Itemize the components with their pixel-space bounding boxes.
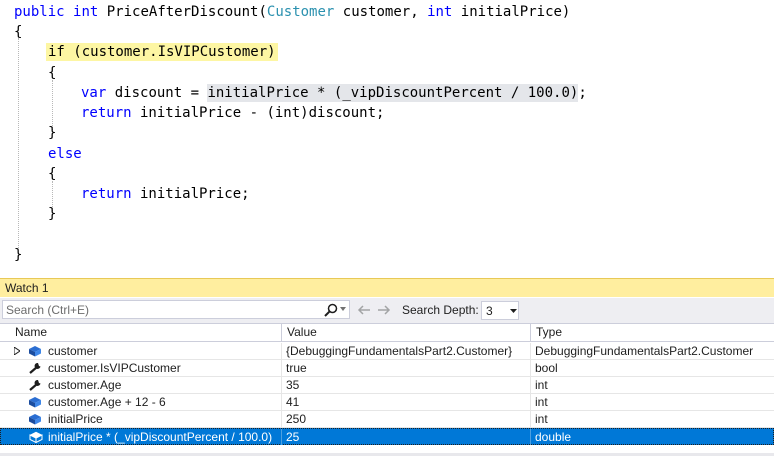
keyword: var [81,85,107,101]
code-line-return: return initialPrice; [81,184,250,204]
code-line-brace: } [48,206,57,222]
watch-row-value[interactable]: true [286,360,528,376]
watch-row-type: bool [535,361,558,375]
search-box[interactable] [2,300,350,319]
watch-row[interactable]: customer.Age 35 int [0,377,774,394]
watch-row-value[interactable]: 35 [286,377,528,393]
search-depth-select[interactable]: 3 [481,301,519,320]
code-text: discount = [106,85,208,101]
wrench-icon [29,362,41,374]
parameter-text: initialPrice) [452,4,571,20]
selected-expression: initialPrice * (_vipDiscountPercent / 10… [207,84,579,102]
cell-divider [530,411,531,427]
watch-row-value[interactable]: 250 [286,411,528,427]
keyword: int [427,4,453,20]
expand-arrow-icon[interactable] [14,347,20,355]
code-line-brace: { [48,166,57,182]
watch-row-value[interactable]: 25 [286,429,528,445]
watch-row[interactable]: initialPrice 250 int [0,411,774,428]
watch-row-value[interactable]: 41 [286,394,528,410]
cell-divider [281,377,282,393]
watch-row-type: int [535,378,548,392]
search-icon[interactable] [323,303,339,317]
cell-divider [530,429,531,445]
watch-row[interactable]: customer {DebuggingFundamentalsPart2.Cus… [0,343,774,360]
method-name: PriceAfterDiscount( [106,4,267,20]
code-line-brace: } [14,247,23,263]
cell-divider [530,360,531,376]
watch-row[interactable]: customer.Age + 12 - 6 41 int [0,394,774,411]
object-icon [29,414,41,425]
watch-row-name: initialPrice [48,412,103,426]
column-header-value[interactable]: Value [282,324,530,341]
wrench-icon [29,379,41,391]
type-name: Customer [266,4,335,20]
search-input[interactable] [6,302,306,317]
column-header-type[interactable]: Type [531,324,774,341]
code-line-if: if (customer.IsVIPCustomer) [46,42,278,62]
code-line-brace: { [48,65,57,81]
code-line-brace: } [48,125,57,141]
keyword: int [73,4,99,20]
watch-row-selected[interactable]: initialPrice * (_vipDiscountPercent / 10… [0,428,774,445]
keyword: return [81,105,132,121]
code-text: initialPrice; [131,186,250,202]
cell-divider [530,394,531,410]
watch-toolbar: Search Depth: 3 [0,298,774,323]
watch-row-type: int [535,412,548,426]
keyword: else [48,146,82,162]
watch-row-name: customer.Age [48,378,122,392]
watch-row[interactable]: customer.IsVIPCustomer true bool [0,360,774,377]
watch-row-type: DebuggingFundamentalsPart2.Customer [535,344,754,358]
cell-divider [281,394,282,410]
cell-divider [281,411,282,427]
parameter-text: customer, [334,4,428,20]
watch-row-type: double [535,430,572,444]
object-icon [29,431,43,443]
chevron-down-icon[interactable] [510,309,517,313]
keyword: return [81,186,132,202]
cell-divider [530,377,531,393]
watch-row-name: initialPrice * (_vipDiscountPercent / 10… [48,430,273,444]
object-icon [29,397,41,408]
column-header-name[interactable]: Name [10,324,280,341]
watch-row-value[interactable]: {DebuggingFundamentalsPart2.Customer} [286,343,528,359]
cell-divider [530,343,531,359]
code-line-signature: public int PriceAfterDiscount(Customer c… [14,2,570,22]
keyword: public [14,4,65,20]
code-line-else: else [48,144,82,164]
cell-divider [281,429,282,445]
search-depth-value: 3 [486,304,493,318]
watch-row-name: customer [48,344,98,358]
code-line-return: return initialPrice - (int)discount; [81,103,384,123]
code-text: initialPrice - (int)discount; [131,105,385,121]
object-icon [29,346,41,357]
cell-divider [281,343,282,359]
watch-row-name: customer.Age + 12 - 6 [48,395,166,409]
watch-window: Watch 1 Search Depth: 3 Name [0,278,774,456]
search-depth-label: Search Depth: [402,303,479,317]
arrow-left-icon[interactable] [357,304,371,316]
current-statement-highlight: if (customer.IsVIPCustomer) [46,43,278,61]
watch-grid-header: Name Value Type [0,323,774,342]
cell-divider [281,360,282,376]
code-text: ; [578,85,587,101]
chevron-down-icon[interactable] [340,307,346,311]
code-editor[interactable]: public int PriceAfterDiscount(Customer c… [0,0,774,272]
watch-window-title[interactable]: Watch 1 [0,278,774,297]
arrow-right-icon[interactable] [377,304,391,316]
watch-row-name: customer.IsVIPCustomer [48,361,181,375]
indent-guide [18,38,19,248]
watch-row-type: int [535,395,548,409]
code-line-var: var discount = initialPrice * (_vipDisco… [81,83,587,103]
code-line-brace: { [14,24,23,40]
